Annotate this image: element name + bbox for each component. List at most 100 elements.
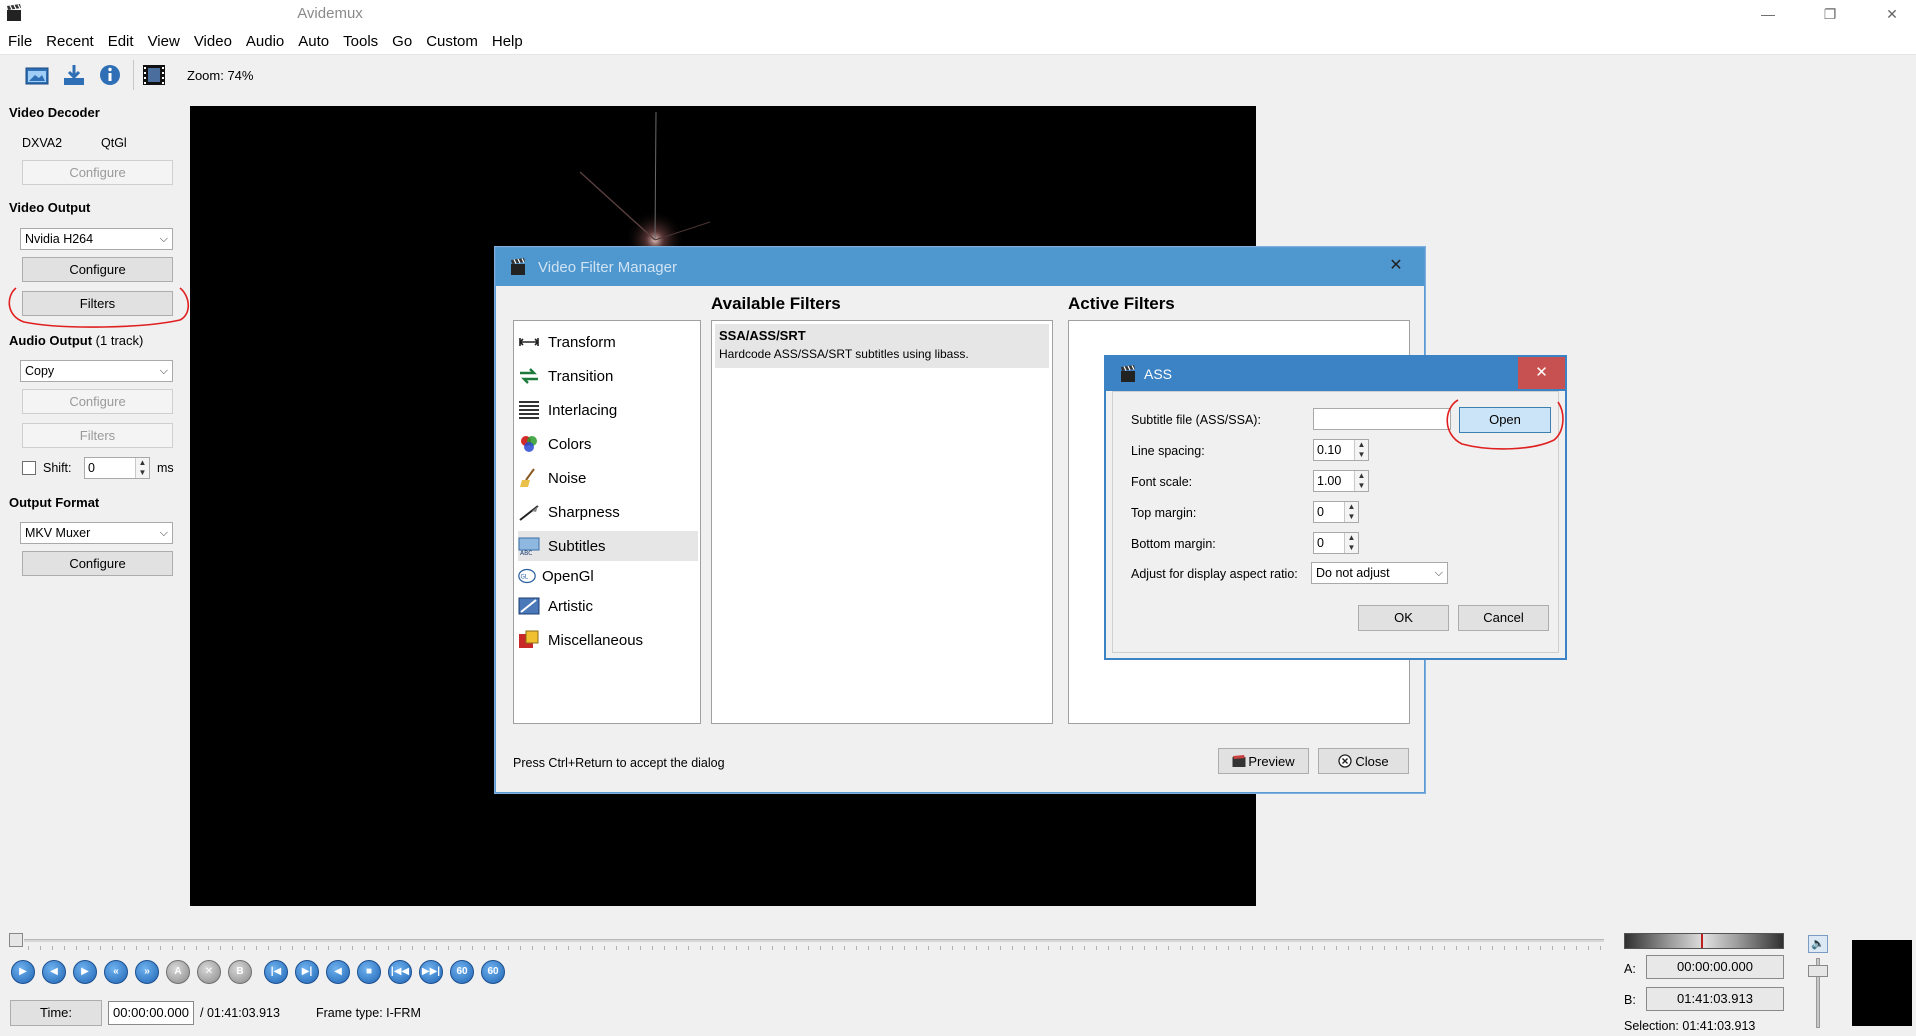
output-format-title: Output Format bbox=[9, 495, 100, 510]
previous-black-frame-button[interactable]: ◀ bbox=[326, 960, 350, 984]
menu-video[interactable]: Video bbox=[194, 28, 240, 54]
avidemux-clapper-icon bbox=[511, 258, 525, 275]
top-margin-spinbox[interactable]: 0 ▲ ▼ bbox=[1313, 501, 1359, 523]
line-spacing-spinbox[interactable]: 0.10 ▲ ▼ bbox=[1313, 439, 1369, 461]
filter-manager-close-x-button[interactable]: ✕ bbox=[1374, 250, 1418, 282]
current-time-field[interactable]: 00:00:00.000 bbox=[108, 1001, 194, 1025]
ok-button[interactable]: OK bbox=[1358, 605, 1449, 631]
menu-recent[interactable]: Recent bbox=[46, 28, 102, 54]
forward-60s-button[interactable]: 60 bbox=[481, 960, 505, 984]
previous-keyframe-button[interactable]: « bbox=[104, 960, 128, 984]
category-subtitles[interactable]: ABC Subtitles bbox=[518, 531, 698, 561]
menu-tools[interactable]: Tools bbox=[343, 28, 386, 54]
category-sharpness[interactable]: Sharpness bbox=[518, 497, 698, 527]
film-strip-icon[interactable] bbox=[141, 63, 167, 87]
play-button[interactable]: ▶ bbox=[11, 960, 35, 984]
decoder-qtgl-label: QtGl bbox=[101, 136, 127, 150]
ass-close-x-button[interactable]: ✕ bbox=[1518, 357, 1565, 389]
spin-down-icon[interactable]: ▼ bbox=[1355, 450, 1368, 460]
available-filters-list[interactable]: SSA/ASS/SRT Hardcode ASS/SSA/SRT subtitl… bbox=[711, 320, 1053, 724]
set-marker-a-button[interactable]: A bbox=[166, 960, 190, 984]
category-interlacing[interactable]: Interlacing bbox=[518, 395, 698, 425]
volume-slider-handle[interactable] bbox=[1808, 965, 1828, 977]
bottom-margin-spinbox[interactable]: 0 ▲ ▼ bbox=[1313, 532, 1359, 554]
category-artistic[interactable]: Artistic bbox=[518, 591, 698, 621]
preview-button[interactable]: Preview bbox=[1218, 748, 1309, 774]
previous-frame-button[interactable]: ◀ bbox=[42, 960, 66, 984]
menu-custom[interactable]: Custom bbox=[426, 28, 486, 54]
menu-help[interactable]: Help bbox=[492, 28, 531, 54]
spin-down-icon[interactable]: ▼ bbox=[1345, 543, 1358, 553]
spin-up-icon[interactable]: ▲ bbox=[136, 458, 149, 468]
close-circle-icon bbox=[1338, 754, 1353, 768]
aspect-ratio-label: Adjust for display aspect ratio: bbox=[1131, 567, 1298, 581]
timeline-slider-handle[interactable] bbox=[9, 933, 23, 947]
reset-markers-button[interactable]: ✕ bbox=[197, 960, 221, 984]
audio-configure-button[interactable]: Configure bbox=[22, 389, 173, 414]
goto-end-button[interactable]: ▶▶| bbox=[419, 960, 443, 984]
open-file-icon[interactable] bbox=[24, 63, 50, 87]
category-colors[interactable]: Colors bbox=[518, 429, 698, 459]
sharpness-icon bbox=[519, 505, 539, 521]
subtitle-file-input[interactable] bbox=[1313, 408, 1451, 430]
spin-up-icon[interactable]: ▲ bbox=[1355, 440, 1368, 450]
category-label: Subtitles bbox=[548, 537, 606, 555]
filter-item-ssa-ass-srt[interactable]: SSA/ASS/SRT Hardcode ASS/SSA/SRT subtitl… bbox=[715, 324, 1049, 368]
set-marker-b-button[interactable]: B bbox=[228, 960, 252, 984]
minimize-button[interactable]: — bbox=[1745, 0, 1791, 28]
audio-filters-button[interactable]: Filters bbox=[22, 423, 173, 448]
goto-marker-a-button[interactable]: |◀ bbox=[264, 960, 288, 984]
info-icon[interactable] bbox=[97, 63, 123, 87]
category-label: Transition bbox=[548, 367, 614, 385]
goto-start-button[interactable]: |◀◀ bbox=[388, 960, 412, 984]
font-scale-spinbox[interactable]: 1.00 ▲ ▼ bbox=[1313, 470, 1369, 492]
decoder-configure-button[interactable]: Configure bbox=[22, 160, 173, 185]
save-file-icon[interactable] bbox=[61, 63, 87, 87]
shift-spinbox[interactable]: 0 ▲ ▼ bbox=[84, 457, 150, 479]
next-frame-button[interactable]: ▶ bbox=[73, 960, 97, 984]
menu-view[interactable]: View bbox=[148, 28, 188, 54]
timeline-track[interactable] bbox=[24, 939, 1604, 942]
spin-down-icon[interactable]: ▼ bbox=[1345, 512, 1358, 522]
spin-up-icon[interactable]: ▲ bbox=[1345, 502, 1358, 512]
shift-checkbox[interactable] bbox=[22, 461, 36, 475]
goto-marker-b-button[interactable]: ▶| bbox=[295, 960, 319, 984]
back-60s-button[interactable]: 60 bbox=[450, 960, 474, 984]
menu-edit[interactable]: Edit bbox=[108, 28, 142, 54]
category-miscellaneous[interactable]: Miscellaneous bbox=[518, 625, 698, 655]
filter-manager-close-button[interactable]: Close bbox=[1318, 748, 1409, 774]
category-opengl[interactable]: GL OpenGl bbox=[518, 561, 698, 591]
cancel-button[interactable]: Cancel bbox=[1458, 605, 1549, 631]
category-transition[interactable]: Transition bbox=[518, 361, 698, 391]
line-spacing-label: Line spacing: bbox=[1131, 444, 1205, 458]
preview-label: Preview bbox=[1248, 753, 1295, 769]
time-button[interactable]: Time: bbox=[10, 1000, 102, 1026]
audio-codec-select[interactable]: Copy ⌵ bbox=[20, 360, 173, 382]
filter-category-list[interactable]: Transform Transition Interlacing Colors … bbox=[513, 320, 701, 724]
spin-down-icon[interactable]: ▼ bbox=[136, 468, 149, 478]
aspect-ratio-select[interactable]: Do not adjust ⌵ bbox=[1311, 562, 1448, 584]
category-noise[interactable]: Noise bbox=[518, 463, 698, 493]
spin-up-icon[interactable]: ▲ bbox=[1345, 533, 1358, 543]
speaker-icon[interactable]: 🔈 bbox=[1808, 935, 1828, 953]
shift-value: 0 bbox=[88, 461, 95, 475]
spin-up-icon[interactable]: ▲ bbox=[1355, 471, 1368, 481]
muxer-select[interactable]: MKV Muxer ⌵ bbox=[20, 522, 173, 544]
category-transform[interactable]: Transform bbox=[518, 327, 698, 357]
restore-button[interactable]: ❐ bbox=[1807, 0, 1853, 28]
menu-go[interactable]: Go bbox=[392, 28, 420, 54]
muxer-configure-button[interactable]: Configure bbox=[22, 551, 173, 576]
spin-down-icon[interactable]: ▼ bbox=[1355, 481, 1368, 491]
next-black-frame-button[interactable]: ■ bbox=[357, 960, 381, 984]
close-window-button[interactable]: ✕ bbox=[1869, 0, 1915, 28]
menu-audio[interactable]: Audio bbox=[246, 28, 292, 54]
video-codec-select[interactable]: Nvidia H264 ⌵ bbox=[20, 228, 173, 250]
next-keyframe-button[interactable]: » bbox=[135, 960, 159, 984]
menu-file[interactable]: File bbox=[8, 28, 40, 54]
transition-icon bbox=[520, 368, 538, 384]
avidemux-clapper-icon bbox=[1121, 365, 1135, 382]
artistic-icon bbox=[518, 597, 540, 615]
chevron-down-icon: ⌵ bbox=[159, 365, 168, 377]
video-configure-button[interactable]: Configure bbox=[22, 257, 173, 282]
menu-auto[interactable]: Auto bbox=[298, 28, 337, 54]
